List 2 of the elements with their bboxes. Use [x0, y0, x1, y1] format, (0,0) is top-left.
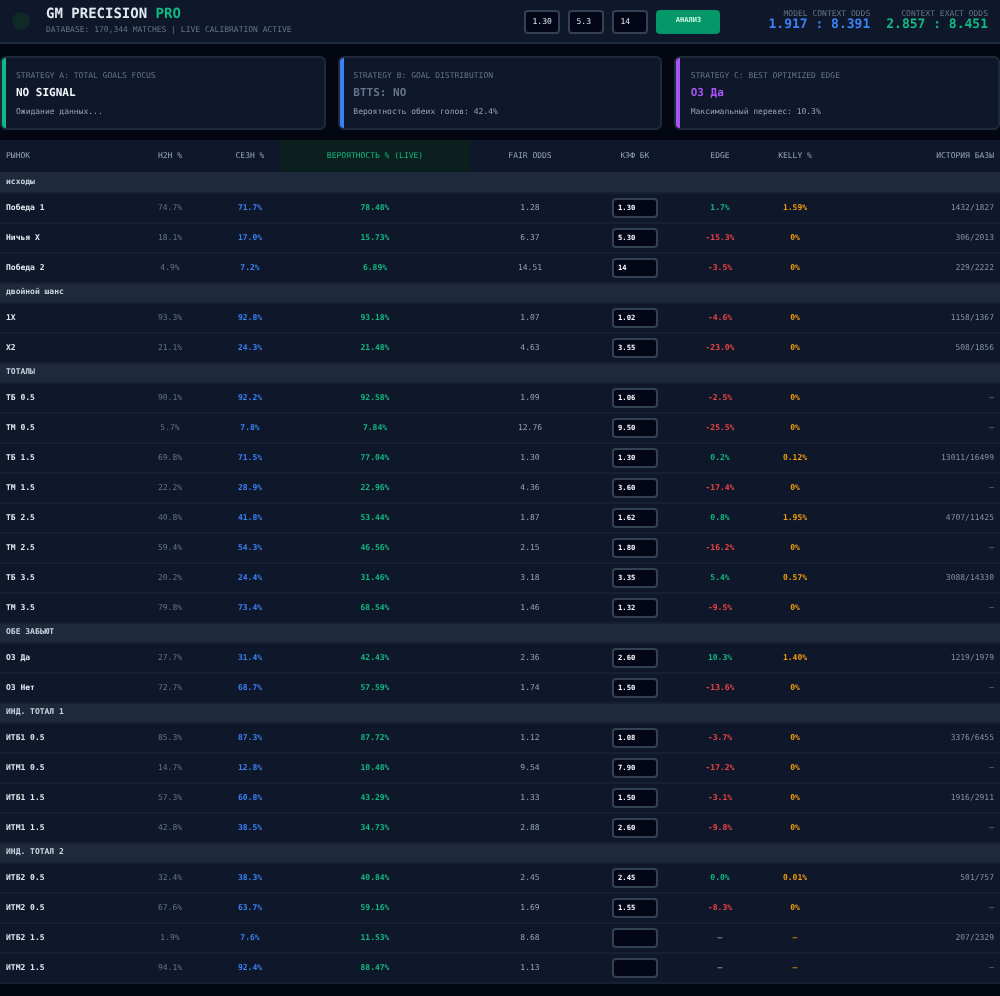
odds-field[interactable]: [612, 927, 658, 947]
odds-field[interactable]: [612, 957, 658, 977]
